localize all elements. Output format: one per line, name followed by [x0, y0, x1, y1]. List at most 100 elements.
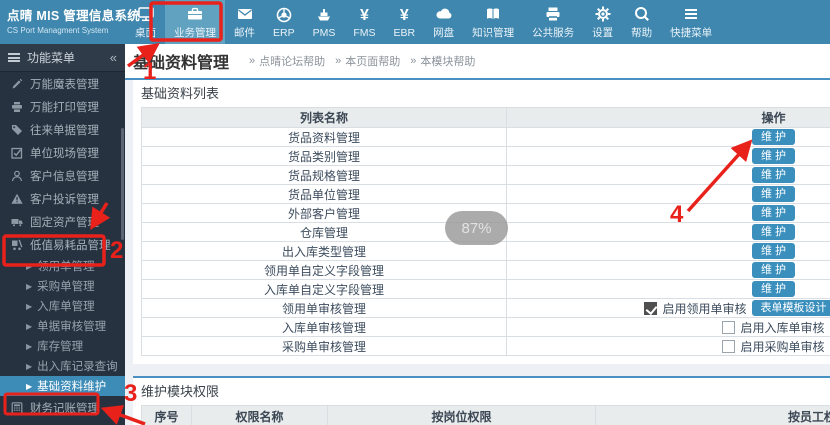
breadcrumb-separator: »: [335, 55, 341, 67]
sidebar-item-finance[interactable]: 财务记账管理: [0, 396, 125, 419]
checkbox-label: 启用领用单审核: [662, 300, 746, 317]
chevron-right-icon: ▶: [26, 302, 32, 311]
column-header-action: 操作: [507, 108, 830, 128]
pencil-icon: [10, 78, 23, 90]
list-name-cell: 入库单自定义字段管理: [142, 280, 507, 299]
sidebar-subitem-inventory[interactable]: ▶ 库存管理: [0, 336, 125, 356]
nav-item-quick-menu[interactable]: 快捷菜单: [661, 0, 721, 44]
table-row: 领用单审核管理 启用领用单审核 表单模板设计 审核流程: [142, 299, 830, 318]
nav-item-business-management[interactable]: 业务管理: [165, 0, 225, 44]
table-header-row: 列表名称 操作: [142, 108, 830, 128]
sidebar-item-label: 单位现场管理: [30, 145, 99, 161]
maintain-button[interactable]: 维 护: [752, 262, 795, 278]
gear-icon: [594, 4, 612, 23]
maintain-button[interactable]: 维 护: [752, 224, 795, 240]
printer-icon: [544, 4, 562, 23]
sidebar-item-magic-table[interactable]: 万能魔表管理: [0, 72, 125, 95]
list-name-cell: 货品资料管理: [142, 128, 507, 147]
sidebar-subitem-purchase[interactable]: ▶ 采购单管理: [0, 276, 125, 296]
nav-item-help[interactable]: 帮助: [622, 0, 661, 44]
table-header-row: 序号 权限名称 按岗位权限 按员工权限: [142, 406, 830, 425]
nav-item-label: 业务管理: [174, 25, 216, 40]
nav-item-pms[interactable]: PMS: [304, 0, 345, 44]
handcart-icon: [10, 239, 23, 251]
sidebar-item-label: 单据审核管理: [37, 318, 106, 334]
table-row: 货品规格管理 维 护: [142, 166, 830, 185]
sidebar-item-consumables[interactable]: 低值易耗品管理: [0, 233, 125, 256]
sidebar-subitem-inbound[interactable]: ▶ 入库单管理: [0, 296, 125, 316]
nav-item-erp[interactable]: ERP: [264, 0, 304, 44]
maintain-button[interactable]: 维 护: [752, 186, 795, 202]
desktop-icon: [137, 4, 155, 23]
sidebar-item-customer-info[interactable]: 客户信息管理: [0, 164, 125, 187]
sidebar-item-print[interactable]: 万能打印管理: [0, 95, 125, 118]
sidebar-item-label: 基础资料维护: [37, 378, 106, 394]
sidebar-item-label: 入库单管理: [37, 298, 95, 314]
sidebar-subitem-basic-data[interactable]: ▶ 基础资料维护: [0, 376, 125, 396]
nav-item-knowledge[interactable]: 知识管理: [463, 0, 523, 44]
yen-icon: ¥: [400, 6, 409, 25]
top-nav-items: 桌面 业务管理 邮件 ERP: [126, 0, 830, 44]
table-row: 货品资料管理 维 护: [142, 128, 830, 147]
nav-item-public-service[interactable]: 公共服务: [523, 0, 583, 44]
collapse-sidebar-icon[interactable]: «: [110, 50, 117, 65]
table-row: 入库单审核管理 启用入库单审核: [142, 318, 830, 337]
sidebar-subitem-audit[interactable]: ▶ 单据审核管理: [0, 316, 125, 336]
maintain-button[interactable]: 维 护: [752, 148, 795, 164]
chevron-right-icon: ▶: [26, 262, 32, 271]
checkbox-label: 启用入库单审核: [740, 319, 824, 336]
breadcrumb-link-forum-help[interactable]: 点晴论坛帮助: [259, 53, 325, 69]
nav-item-label: 桌面: [135, 25, 156, 40]
table-row: 货品类别管理 维 护: [142, 147, 830, 166]
nav-item-label: 帮助: [631, 25, 652, 40]
breadcrumb-separator: »: [410, 55, 416, 67]
permissions-table: 序号 权限名称 按岗位权限 按员工权限: [141, 405, 830, 425]
column-header-by-employee: 按员工权限: [596, 406, 830, 425]
sidebar-item-label: 客户投诉管理: [30, 191, 99, 207]
list-name-cell: 领用单自定义字段管理: [142, 261, 507, 280]
list-name-cell: 货品类别管理: [142, 147, 507, 166]
form-template-design-button[interactable]: 表单模板设计: [752, 300, 830, 316]
maintain-button[interactable]: 维 护: [752, 281, 795, 297]
nav-item-mail[interactable]: 邮件: [225, 0, 264, 44]
sidebar-item-site[interactable]: 单位现场管理: [0, 141, 125, 164]
maintain-button[interactable]: 维 护: [752, 129, 795, 145]
app-subtitle: CS Port Managment System: [7, 26, 122, 35]
panel-title: 基础资料列表: [141, 85, 830, 103]
enable-requisition-audit-checkbox[interactable]: [644, 302, 657, 315]
enable-purchase-audit-checkbox[interactable]: [722, 340, 735, 353]
enable-inbound-audit-checkbox[interactable]: [722, 321, 735, 334]
nav-item-ebr[interactable]: ¥ EBR: [385, 0, 425, 44]
envelope-icon: [236, 4, 254, 23]
sidebar-item-label: 万能魔表管理: [30, 76, 99, 92]
sidebar-scrollbar[interactable]: [121, 128, 124, 240]
module-permissions-panel: 维护模块权限 序号 权限名称 按岗位权限 按员工权限: [133, 376, 830, 425]
sidebar-item-fixed-assets[interactable]: 固定资产管理: [0, 210, 125, 233]
progress-badge: 87%: [445, 211, 508, 245]
nav-item-fms[interactable]: ¥ FMS: [344, 0, 384, 44]
maintain-button[interactable]: 维 护: [752, 243, 795, 259]
nav-item-netdisk[interactable]: 网盘: [424, 0, 463, 44]
printer-icon: [10, 101, 23, 113]
sidebar-item-complaints[interactable]: 客户投诉管理: [0, 187, 125, 210]
page-title: 基础资料管理: [133, 49, 229, 73]
chevron-right-icon: ▶: [26, 382, 32, 391]
maintain-button[interactable]: 维 护: [752, 167, 795, 183]
nav-item-label: 邮件: [234, 25, 255, 40]
sidebar-item-label: 领用单管理: [37, 258, 95, 274]
nav-item-settings[interactable]: 设置: [583, 0, 622, 44]
sidebar: 功能菜单 « 万能魔表管理 万能打印管理 往来单据管理 单位现场管理 客户信息管…: [0, 44, 125, 425]
list-name-cell: 入库单审核管理: [142, 318, 507, 337]
column-header-name: 列表名称: [142, 108, 507, 128]
maintain-button[interactable]: 维 护: [752, 205, 795, 221]
nav-item-desktop[interactable]: 桌面: [126, 0, 165, 44]
breadcrumb-link-page-help[interactable]: 本页面帮助: [345, 53, 400, 69]
sidebar-subitem-records-query[interactable]: ▶ 出入库记录查询: [0, 356, 125, 376]
calculator-icon: [10, 402, 23, 414]
sidebar-item-documents[interactable]: 往来单据管理: [0, 118, 125, 141]
menu-icon: [682, 4, 700, 23]
breadcrumb-separator: »: [249, 55, 255, 67]
sidebar-subitem-requisition[interactable]: ▶ 领用单管理: [0, 256, 125, 276]
list-name-cell: 采购单审核管理: [142, 337, 507, 356]
breadcrumb-link-module-help[interactable]: 本模块帮助: [420, 53, 475, 69]
